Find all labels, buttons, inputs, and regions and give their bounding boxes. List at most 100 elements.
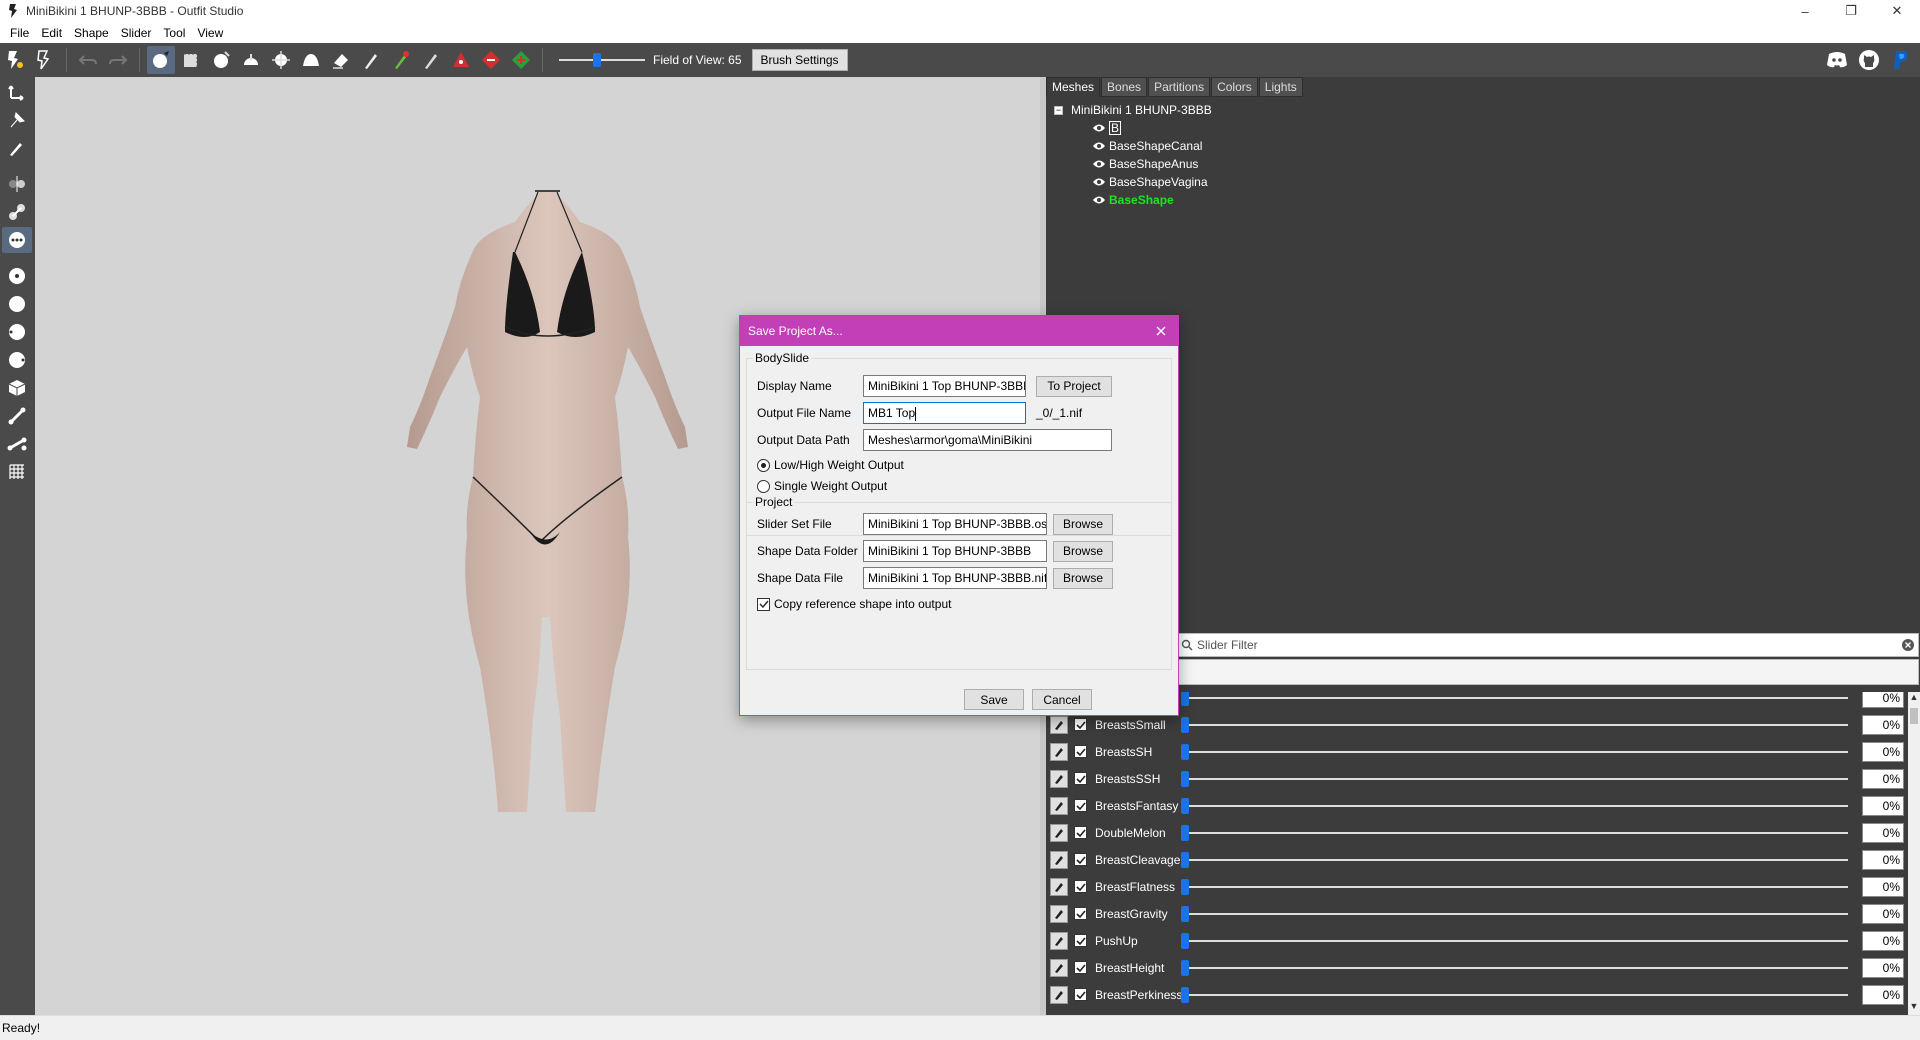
x-mirror-icon[interactable]	[2, 171, 32, 197]
brush-settings-button[interactable]: Brush Settings	[751, 49, 848, 71]
browse-shape-file-button[interactable]: Browse	[1053, 567, 1113, 589]
eye-icon[interactable]	[1092, 195, 1106, 205]
output-data-path-input[interactable]: Meshes\armor\goma\MiniBikini	[863, 429, 1112, 451]
cube-view-icon[interactable]	[2, 375, 32, 401]
inflate-brush-icon[interactable]	[207, 46, 235, 74]
select-tool-icon[interactable]	[1, 46, 29, 74]
tab-partitions[interactable]: Partitions	[1148, 77, 1211, 97]
slider-knob[interactable]	[1181, 770, 1189, 787]
fov-slider-thumb[interactable]	[593, 53, 601, 67]
slider-set-file-input[interactable]: MiniBikini 1 Top BHUNP-3BBB.osp	[863, 513, 1047, 535]
slider-enable-checkbox[interactable]	[1074, 907, 1087, 920]
slider-track[interactable]	[1181, 797, 1848, 815]
slider-scrollbar[interactable]: ▲ ▼	[1908, 692, 1920, 1015]
slider-knob[interactable]	[1181, 797, 1189, 814]
menu-file[interactable]: File	[4, 26, 35, 40]
grid-icon[interactable]	[2, 459, 32, 485]
slider-track[interactable]	[1181, 770, 1848, 788]
low-high-weight-radio[interactable]: Low/High Weight Output	[757, 458, 904, 472]
flip-edge-icon[interactable]	[507, 46, 535, 74]
collapse-icon[interactable]: −	[1054, 105, 1063, 115]
slider-value-input[interactable]: 0%	[1862, 876, 1904, 897]
eye-icon[interactable]	[1092, 123, 1106, 133]
menu-shape[interactable]: Shape	[68, 26, 115, 40]
menu-edit[interactable]: Edit	[35, 26, 68, 40]
undo-icon[interactable]	[74, 46, 102, 74]
slider-enable-checkbox[interactable]	[1074, 988, 1087, 1001]
scroll-down-icon[interactable]: ▼	[1908, 1001, 1920, 1015]
discord-icon[interactable]	[1824, 47, 1850, 73]
close-window-icon[interactable]: ✕	[1874, 0, 1920, 22]
shape-data-folder-input[interactable]: MiniBikini 1 Top BHUNP-3BBB	[863, 540, 1047, 562]
tab-meshes[interactable]: Meshes	[1046, 77, 1101, 97]
menu-tool[interactable]: Tool	[157, 26, 191, 40]
slider-track[interactable]	[1181, 905, 1848, 923]
slider-track[interactable]	[1181, 692, 1848, 707]
mesh-item[interactable]: BaseShapeCanal	[1054, 137, 1914, 155]
slider-knob[interactable]	[1181, 692, 1189, 706]
browse-slider-set-button[interactable]: Browse	[1053, 513, 1113, 535]
slider-value-input[interactable]: 0%	[1862, 822, 1904, 843]
edit-slider-icon[interactable]	[1050, 931, 1068, 950]
slider-filter-input[interactable]: Slider Filter	[1197, 638, 1898, 652]
slider-track[interactable]	[1181, 716, 1848, 734]
slider-enable-checkbox[interactable]	[1074, 961, 1087, 974]
slider-enable-checkbox[interactable]	[1074, 880, 1087, 893]
vertex-select-icon[interactable]	[447, 46, 475, 74]
output-file-name-input[interactable]: MB1 Top	[863, 402, 1026, 424]
slider-value-input[interactable]: 0%	[1862, 741, 1904, 762]
smooth-brush-icon[interactable]	[297, 46, 325, 74]
brush-select-icon[interactable]	[147, 46, 175, 74]
redo-icon[interactable]	[104, 46, 132, 74]
slider-track[interactable]	[1181, 743, 1848, 761]
alpha-brush-icon[interactable]	[417, 46, 445, 74]
edit-slider-icon[interactable]	[1050, 715, 1068, 734]
to-project-button[interactable]: To Project	[1036, 375, 1112, 397]
brush-falloff-icon[interactable]	[2, 319, 32, 345]
slider-knob[interactable]	[1181, 716, 1189, 733]
slider-value-input[interactable]: 0%	[1862, 930, 1904, 951]
slider-track[interactable]	[1181, 959, 1848, 977]
slider-enable-checkbox[interactable]	[1074, 772, 1087, 785]
global-brush-icon[interactable]	[2, 227, 32, 253]
connected-only-icon[interactable]	[2, 199, 32, 225]
clear-filter-icon[interactable]	[1898, 638, 1918, 652]
paypal-icon[interactable]	[1888, 47, 1914, 73]
slider-filter[interactable]: Slider Filter	[1176, 633, 1919, 657]
mesh-tree-root[interactable]: − MiniBikini 1 BHUNP-3BBB	[1054, 101, 1914, 119]
slider-knob[interactable]	[1181, 959, 1189, 976]
menu-slider[interactable]: Slider	[115, 26, 158, 40]
slider-enable-checkbox[interactable]	[1074, 745, 1087, 758]
edit-slider-icon[interactable]	[1050, 877, 1068, 896]
edit-slider-icon[interactable]	[1050, 985, 1068, 1004]
mesh-item[interactable]: BaseShapeAnus	[1054, 155, 1914, 173]
deflate-brush-icon[interactable]	[237, 46, 265, 74]
edit-slider-icon[interactable]	[1050, 769, 1068, 788]
slider-value-input[interactable]: 0%	[1862, 903, 1904, 924]
slider-track[interactable]	[1181, 824, 1848, 842]
slider-knob[interactable]	[1181, 932, 1189, 949]
collapse-vertex-icon[interactable]	[477, 46, 505, 74]
undiff-brush-icon[interactable]	[327, 46, 355, 74]
edit-slider-icon[interactable]	[1050, 796, 1068, 815]
slider-enable-checkbox[interactable]	[1074, 718, 1087, 731]
mesh-item-selected[interactable]: BaseShape	[1054, 191, 1914, 209]
slider-value-input[interactable]: 0%	[1862, 692, 1904, 708]
slider-value-input[interactable]: 0%	[1862, 714, 1904, 735]
transform-tool-icon[interactable]	[31, 46, 59, 74]
close-icon[interactable]	[1152, 322, 1170, 340]
edit-slider-icon[interactable]	[1050, 742, 1068, 761]
edit-slider-icon[interactable]	[1050, 958, 1068, 977]
slider-filter-extra[interactable]	[1176, 659, 1919, 685]
save-button[interactable]: Save	[964, 689, 1024, 710]
edit-slider-icon[interactable]	[1050, 823, 1068, 842]
slider-value-input[interactable]: 0%	[1862, 795, 1904, 816]
eye-icon[interactable]	[1092, 159, 1106, 169]
bone-icon[interactable]	[2, 403, 32, 429]
slider-knob[interactable]	[1181, 986, 1189, 1003]
brush-strength-icon[interactable]	[2, 347, 32, 373]
mesh-item[interactable]: BaseShapeVagina	[1054, 173, 1914, 191]
fov-slider[interactable]	[559, 50, 645, 70]
brush-size-small-icon[interactable]	[2, 263, 32, 289]
tab-bones[interactable]: Bones	[1101, 77, 1148, 97]
